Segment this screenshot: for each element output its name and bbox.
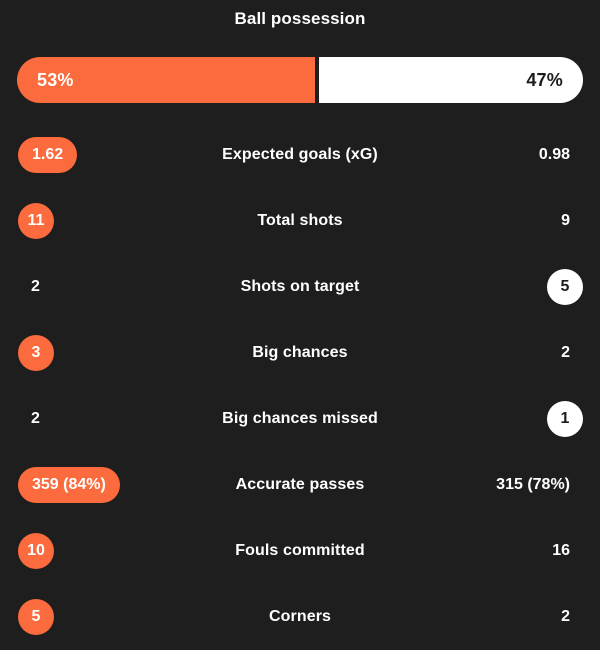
stat-row: 2 Big chances missed 1 — [0, 386, 600, 452]
page-title: Ball possession — [234, 9, 366, 28]
stat-away-side: 2 — [470, 345, 600, 361]
stat-away-value-badge: 5 — [547, 269, 583, 305]
stat-home-value: 2 — [31, 278, 40, 295]
stat-home-side: 10 — [0, 533, 130, 569]
stat-row-inner: 10 Fouls committed 16 — [0, 518, 600, 584]
stat-away-side: 5 — [470, 269, 600, 305]
stat-home-value-badge: 10 — [18, 533, 54, 569]
stat-away-value: 2 — [561, 344, 570, 361]
possession-home-segment: 53% — [17, 57, 315, 103]
stat-home-side: 11 — [0, 203, 130, 239]
stat-away-value: 9 — [561, 212, 570, 229]
stat-label: Shots on target — [240, 278, 360, 295]
stat-label: Big chances missed — [222, 410, 378, 427]
stat-home-value-badge: 11 — [18, 203, 54, 239]
stat-row: 5 Corners 2 — [0, 584, 600, 650]
stat-row-inner: 2 Big chances missed 1 — [0, 386, 600, 452]
stat-away-value-badge: 1 — [547, 401, 583, 437]
stat-row-inner: 5 Corners 2 — [0, 584, 600, 650]
possession-home-label: 53% — [37, 69, 74, 90]
stat-home-side: 359 (84%) — [0, 467, 130, 503]
stat-row: 3 Big chances 2 — [0, 320, 600, 386]
match-statistics-panel: Ball possession 53% 47% 1.62 Expected goa… — [0, 0, 600, 645]
stat-row-inner: 2 Shots on target 5 — [0, 254, 600, 320]
stat-row: 10 Fouls committed 16 — [0, 518, 600, 584]
stat-label: Fouls committed — [235, 542, 365, 559]
stat-away-side: 16 — [470, 543, 600, 559]
possession-away-segment: 47% — [318, 57, 583, 103]
stat-label: Corners — [268, 608, 332, 625]
stat-label: Total shots — [257, 212, 343, 229]
stat-row-inner: 11 Total shots 9 — [0, 188, 600, 254]
stat-home-side: 2 — [0, 279, 130, 295]
stat-row-inner: 359 (84%) Accurate passes 315 (78%) — [0, 452, 600, 518]
stat-away-side: 315 (78%) — [470, 477, 600, 493]
stat-row-inner: 3 Big chances 2 — [0, 320, 600, 386]
stat-away-side: 0.98 — [470, 147, 600, 163]
stat-home-value-badge: 359 (84%) — [18, 467, 120, 503]
stat-row: 11 Total shots 9 — [0, 188, 600, 254]
stat-home-value-badge: 5 — [18, 599, 54, 635]
stat-away-value: 16 — [552, 542, 570, 559]
stat-row: 359 (84%) Accurate passes 315 (78%) — [0, 452, 600, 518]
statistics-list: 1.62 Expected goals (xG) 0.98 11 Total shots… — [0, 122, 600, 650]
stat-label: Big chances — [252, 344, 348, 361]
stat-home-value: 2 — [31, 410, 40, 427]
stat-home-side: 5 — [0, 599, 130, 635]
stat-row-inner: 1.62 Expected goals (xG) 0.98 — [0, 122, 600, 188]
stat-away-value: 2 — [561, 608, 570, 625]
stat-row: 2 Shots on target 5 — [0, 254, 600, 320]
stat-row: 1.62 Expected goals (xG) 0.98 — [0, 122, 600, 188]
stat-away-side: 1 — [470, 401, 600, 437]
stat-home-value-badge: 3 — [18, 335, 54, 371]
ball-possession-bar: 53% 47% — [17, 57, 583, 103]
stat-label: Accurate passes — [235, 476, 365, 493]
possession-away-label: 47% — [526, 69, 563, 90]
stat-away-side: 9 — [470, 213, 600, 229]
stat-home-side: 3 — [0, 335, 130, 371]
stat-home-side: 1.62 — [0, 137, 130, 173]
stat-home-value-badge: 1.62 — [18, 137, 78, 173]
stat-away-value: 0.98 — [538, 146, 570, 163]
stat-away-side: 2 — [470, 609, 600, 625]
stat-home-side: 2 — [0, 411, 130, 427]
stat-label: Expected goals (xG) — [222, 146, 378, 163]
stat-away-value: 315 (78%) — [496, 476, 570, 493]
